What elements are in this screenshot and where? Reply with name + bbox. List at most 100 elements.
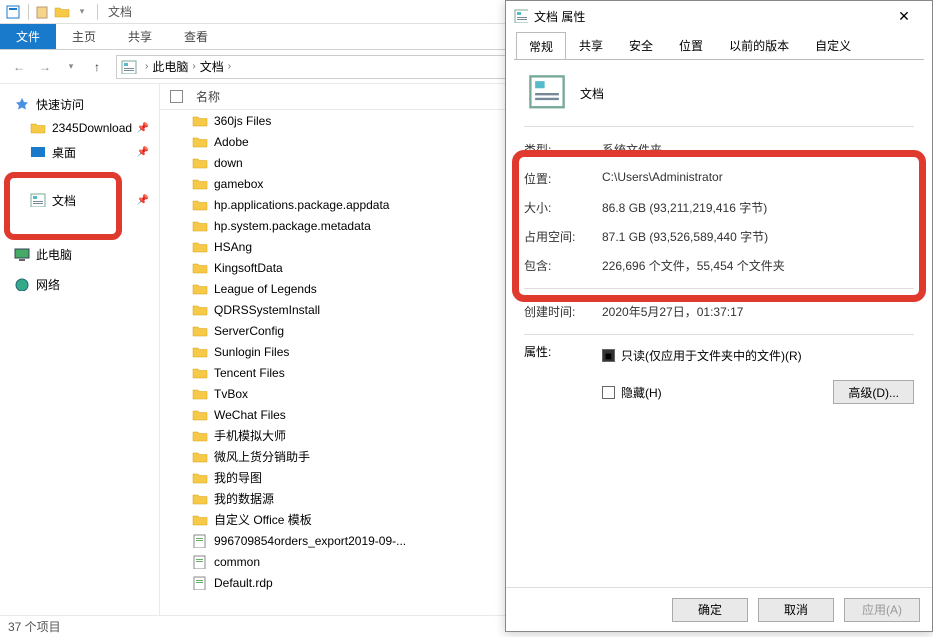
select-all-checkbox[interactable] — [170, 90, 183, 103]
file-name: common — [214, 555, 260, 569]
sidebar-item-label: 网络 — [36, 276, 60, 293]
tab-view[interactable]: 查看 — [168, 24, 224, 49]
folder-icon — [192, 282, 208, 296]
crumb-docs[interactable]: 文档 — [200, 58, 224, 75]
nav-recent-icon[interactable]: ▾ — [58, 54, 84, 80]
value-location: C:\Users\Administrator — [602, 170, 914, 187]
readonly-checkbox[interactable]: ■ — [602, 349, 615, 362]
chevron-right-icon[interactable]: › — [228, 61, 231, 72]
tab-location[interactable]: 位置 — [666, 31, 716, 59]
sidebar-item-thispc[interactable]: 此电脑 — [0, 242, 159, 266]
hidden-checkbox[interactable] — [602, 386, 615, 399]
folder-icon — [192, 429, 208, 443]
file-name: 我的数据源 — [214, 490, 274, 507]
file-name: HSAng — [214, 240, 252, 254]
file-icon — [192, 555, 208, 569]
nav-back-button[interactable]: ← — [6, 54, 32, 80]
dialog-body: 类型:系统文件夹 位置:C:\Users\Administrator 大小:86… — [514, 59, 924, 587]
pin-icon: 📌 — [137, 195, 149, 206]
sidebar-item-docs[interactable]: 文档 📌 — [0, 188, 159, 212]
folder-icon — [192, 261, 208, 275]
tab-previous[interactable]: 以前的版本 — [716, 31, 802, 59]
sidebar-item-desktop[interactable]: 桌面 📌 — [0, 140, 159, 164]
qat-separator2 — [97, 4, 98, 20]
label-size: 大小: — [524, 199, 602, 216]
sidebar-item-network[interactable]: 网络 — [0, 272, 159, 296]
sidebar-item-download[interactable]: 2345Download 📌 — [0, 116, 159, 140]
nav-up-button[interactable]: ↑ — [84, 54, 110, 80]
divider — [524, 288, 914, 289]
sidebar-item-label: 2345Download — [52, 121, 132, 135]
window-title: 文档 — [108, 3, 132, 20]
properties-dialog: 文档 属性 ✕ 常规 共享 安全 位置 以前的版本 自定义 类型:系统文件夹 位… — [505, 0, 933, 632]
qat-folder-icon[interactable] — [53, 3, 71, 21]
crumb-thispc[interactable]: 此电脑 — [152, 58, 188, 75]
file-name: Adobe — [214, 135, 249, 149]
file-name: 微风上货分销助手 — [214, 448, 310, 465]
nav-forward-button: → — [32, 54, 58, 80]
file-name: WeChat Files — [214, 408, 286, 422]
folder-icon — [192, 324, 208, 338]
file-icon — [192, 576, 208, 590]
qat-dropdown-icon[interactable]: ▾ — [73, 3, 91, 21]
pin-icon: 📌 — [137, 123, 149, 134]
file-name: KingsoftData — [214, 261, 283, 275]
breadcrumb-root-icon — [121, 60, 137, 74]
sidebar-item-label: 快速访问 — [36, 96, 84, 113]
label-contains: 包含: — [524, 257, 602, 274]
sidebar: 快速访问 2345Download 📌 桌面 📌 . 文档 📌 . 此电脑 网络 — [0, 84, 160, 615]
file-name: 996709854orders_export2019-09-... — [214, 534, 406, 548]
tab-security[interactable]: 安全 — [616, 31, 666, 59]
apply-button[interactable]: 应用(A) — [844, 598, 920, 622]
file-name: QDRSSystemInstall — [214, 303, 320, 317]
folder-icon — [192, 345, 208, 359]
file-name: League of Legends — [214, 282, 317, 296]
file-name: down — [214, 156, 243, 170]
folder-icon — [192, 198, 208, 212]
tab-custom[interactable]: 自定义 — [802, 31, 864, 59]
value-type: 系统文件夹 — [602, 141, 914, 158]
advanced-button[interactable]: 高级(D)... — [833, 380, 914, 404]
chevron-right-icon[interactable]: › — [192, 61, 195, 72]
chevron-right-icon[interactable]: › — [145, 61, 148, 72]
file-name: 手机模拟大师 — [214, 427, 286, 444]
label-created: 创建时间: — [524, 303, 602, 320]
folder-icon — [192, 450, 208, 464]
dialog-titlebar[interactable]: 文档 属性 ✕ — [506, 1, 932, 31]
qat-paste-icon[interactable] — [33, 3, 51, 21]
folder-icon — [192, 114, 208, 128]
file-name: ServerConfig — [214, 324, 284, 338]
divider — [524, 126, 914, 127]
file-name: Default.rdp — [214, 576, 273, 590]
desktop-icon — [30, 145, 46, 159]
qat-props-icon[interactable] — [4, 3, 22, 21]
divider — [524, 334, 914, 335]
cancel-button[interactable]: 取消 — [758, 598, 834, 622]
qat-separator — [28, 4, 29, 20]
hidden-label: 隐藏(H) — [621, 384, 662, 401]
folder-icon — [192, 366, 208, 380]
folder-icon — [192, 219, 208, 233]
pin-icon: 📌 — [137, 147, 149, 158]
folder-icon — [192, 513, 208, 527]
tab-share[interactable]: 共享 — [112, 24, 168, 49]
status-text: 37 个项目 — [8, 618, 61, 635]
file-name: 我的导图 — [214, 469, 262, 486]
file-name: hp.applications.package.appdata — [214, 198, 389, 212]
folder-icon — [192, 156, 208, 170]
tab-home[interactable]: 主页 — [56, 24, 112, 49]
close-button[interactable]: ✕ — [884, 2, 924, 30]
sidebar-item-quickaccess[interactable]: 快速访问 — [0, 92, 159, 116]
ok-button[interactable]: 确定 — [672, 598, 748, 622]
sidebar-item-label: 桌面 — [52, 144, 76, 161]
readonly-label: 只读(仅应用于文件夹中的文件)(R) — [621, 347, 802, 364]
file-name: hp.system.package.metadata — [214, 219, 371, 233]
folder-name-input[interactable] — [580, 82, 914, 104]
tab-file[interactable]: 文件 — [0, 24, 56, 49]
file-name: 自定义 Office 模板 — [214, 511, 312, 528]
dialog-title: 文档 属性 — [534, 8, 585, 25]
file-name: TvBox — [214, 387, 248, 401]
tab-share[interactable]: 共享 — [566, 31, 616, 59]
tab-general[interactable]: 常规 — [516, 32, 566, 60]
value-sizeondisk: 87.1 GB (93,526,589,440 字节) — [602, 228, 914, 245]
